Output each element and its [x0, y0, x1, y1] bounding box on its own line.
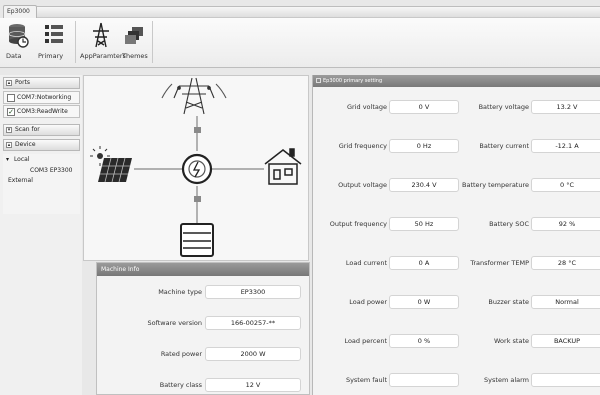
- param-label: Battery voltage: [478, 103, 529, 111]
- tree-expand-icon: ▾: [6, 156, 10, 163]
- tree-device-item[interactable]: COM3 EP3300: [30, 167, 73, 174]
- port-label: COM3:ReadWrite: [17, 108, 68, 115]
- param-value: 13.2 V: [531, 100, 600, 114]
- param-value: 0 W: [389, 295, 459, 309]
- machine-info-label: Rated power: [160, 350, 202, 358]
- param-label: Transformer TEMP: [470, 259, 529, 267]
- param-value: 92 %: [531, 217, 600, 231]
- param-label: System alarm: [484, 376, 529, 384]
- param-value: 50 Hz: [389, 217, 459, 231]
- param-value: 230.4 V: [389, 178, 459, 192]
- solar-panel-icon: [90, 146, 132, 183]
- app-title-tab[interactable]: Ep3000: [3, 5, 37, 19]
- left-nav: ▴ Ports COM7:Notworking ✓ COM3:ReadWrite…: [0, 75, 82, 395]
- house-icon: [264, 148, 302, 185]
- data-button-label: Data: [6, 52, 22, 60]
- tree-local-label: Local: [13, 156, 30, 163]
- param-value: Normal: [531, 295, 600, 309]
- device-label: Device: [15, 141, 36, 148]
- param-value: 28 °C: [531, 256, 600, 270]
- title-bar: [37, 6, 600, 18]
- param-label: Battery temperature: [462, 181, 529, 189]
- ribbon-separator: [152, 21, 153, 63]
- checkbox-checked-icon[interactable]: ✓: [7, 108, 15, 116]
- param-label: Load current: [345, 259, 387, 267]
- scan-label: Scan for: [15, 126, 40, 133]
- port-item-com3[interactable]: ✓ COM3:ReadWrite: [3, 105, 80, 118]
- param-value: -12.1 A: [531, 139, 600, 153]
- param-value: 0 Hz: [389, 139, 459, 153]
- battery-icon: [180, 223, 214, 257]
- tree-external[interactable]: External: [8, 177, 33, 184]
- energy-flow-diagram: [83, 75, 309, 261]
- param-label: Battery current: [479, 142, 529, 150]
- param-label: Output voltage: [338, 181, 387, 189]
- param-value: 0 A: [389, 256, 459, 270]
- param-label: Buzzer state: [488, 298, 529, 306]
- tree-local[interactable]: ▾ Local: [6, 156, 30, 163]
- param-value: [389, 373, 459, 387]
- param-label: Battery SOC: [489, 220, 529, 228]
- ribbon-separator: [75, 21, 76, 63]
- machine-info-label: Machine type: [158, 288, 202, 296]
- param-value: 0 V: [389, 100, 459, 114]
- param-value: 0 °C: [531, 178, 600, 192]
- param-label: Load percent: [344, 337, 387, 345]
- device-tree: ▾ Local COM3 EP3300 External: [3, 154, 80, 214]
- grid-node-marker: [194, 127, 201, 133]
- collapse-icon: ▴: [6, 142, 12, 148]
- param-label: System fault: [345, 376, 387, 384]
- machine-info-value: 166-00257-**: [205, 316, 301, 330]
- power-tower-icon: [161, 77, 227, 115]
- inverter-icon: [181, 153, 213, 185]
- machine-info-label: Battery class: [159, 381, 202, 389]
- machine-info-title: Machine Info: [97, 263, 309, 276]
- checkbox-unchecked-icon[interactable]: [7, 94, 15, 102]
- device-section-header[interactable]: ▴ Device: [3, 139, 80, 151]
- primary-button[interactable]: Primary: [38, 21, 70, 65]
- appparamters-button[interactable]: AppParamters: [80, 21, 126, 65]
- collapse-icon: ▴: [6, 80, 12, 86]
- database-icon: [6, 21, 30, 49]
- param-label: Work state: [494, 337, 529, 345]
- scan-section-header[interactable]: ▾ Scan for: [3, 124, 80, 136]
- ribbon-toolbar: Data Primary AppParamters Themes: [0, 18, 600, 68]
- appparamters-label: AppParamters: [80, 52, 126, 60]
- machine-info-label: Software version: [147, 319, 202, 327]
- param-value: BACKUP: [531, 334, 600, 348]
- primary-button-label: Primary: [38, 52, 64, 60]
- themes-button[interactable]: Themes: [122, 21, 148, 65]
- data-button[interactable]: Data: [6, 21, 30, 65]
- battery-node-marker: [194, 196, 201, 202]
- expand-icon: ▾: [6, 127, 12, 133]
- ports-section-header[interactable]: ▴ Ports: [3, 77, 80, 89]
- machine-info-value: EP3300: [205, 285, 301, 299]
- machine-info-value: 12 V: [205, 378, 301, 392]
- primary-setting-title: Ep3000 primary setting: [323, 78, 383, 84]
- param-value: [531, 373, 600, 387]
- themes-label: Themes: [122, 52, 148, 60]
- primary-setting-header: Ep3000 primary setting: [313, 75, 600, 87]
- app-window: Ep3000 Data Primary AppParamters Themes …: [0, 0, 600, 395]
- port-item-com7[interactable]: COM7:Notworking: [3, 91, 80, 104]
- themes-icon: [122, 21, 146, 49]
- param-value: 0 %: [389, 334, 459, 348]
- list-icon: [38, 21, 70, 49]
- ports-label: Ports: [15, 79, 31, 86]
- port-label: COM7:Notworking: [17, 94, 72, 101]
- panel-icon: [316, 78, 321, 83]
- param-label: Load power: [349, 298, 387, 306]
- machine-info-panel: Machine Info Machine type EP3300 Software …: [96, 262, 310, 395]
- primary-setting-panel: Ep3000 primary setting Grid voltage 0 V Gr…: [312, 75, 600, 395]
- param-label: Output frequency: [329, 220, 387, 228]
- param-label: Grid frequency: [338, 142, 387, 150]
- machine-info-value: 2000 W: [205, 347, 301, 361]
- pylon-icon: [80, 21, 122, 49]
- param-label: Grid voltage: [347, 103, 387, 111]
